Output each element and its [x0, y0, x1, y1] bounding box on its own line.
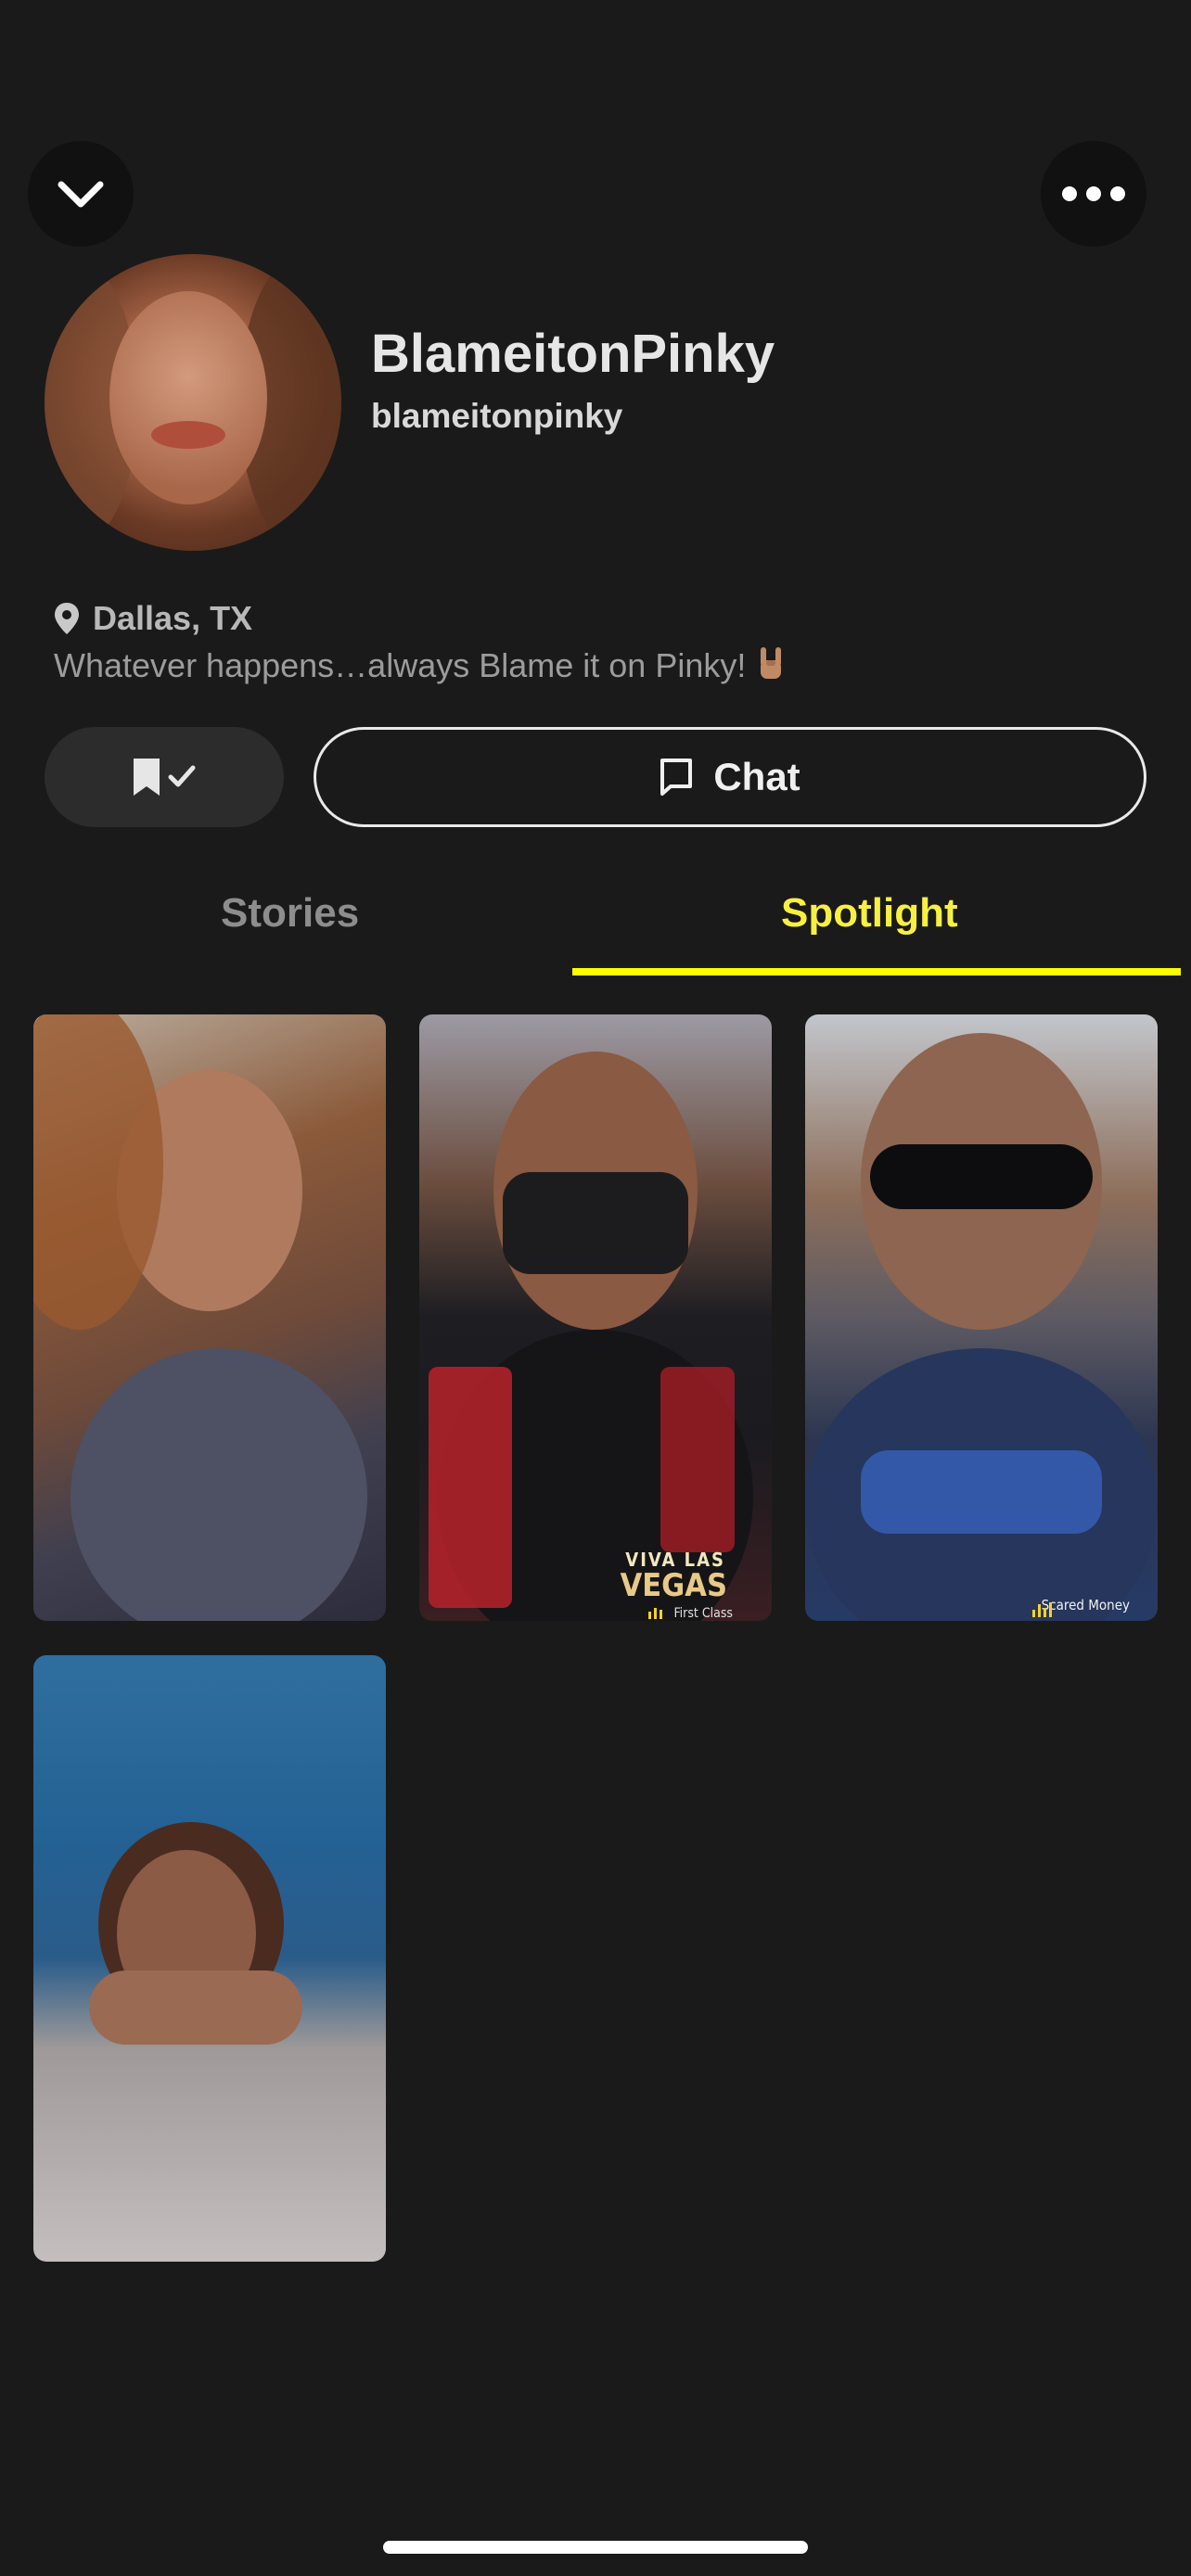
location-pin-icon [55, 603, 79, 634]
rock-on-hand-emoji [761, 647, 782, 679]
spotlight-tile[interactable]: VIVA LAS VEGAS First Class [419, 1014, 772, 1621]
tile-caption: Scared Money [1041, 1597, 1130, 1613]
chat-button[interactable]: Chat [314, 727, 1146, 827]
bio: Whatever happens…always Blame it on Pink… [54, 645, 787, 685]
music-bars-icon [1032, 1602, 1052, 1617]
username: blameitonpinky [371, 397, 623, 435]
bio-text: Whatever happens…always Blame it on Pink… [54, 646, 747, 684]
profile-avatar[interactable] [45, 254, 341, 551]
chat-bubble-icon [660, 759, 693, 796]
profile-screen: BlameitonPinky blameitonpinky Dallas, TX… [0, 0, 1191, 2576]
spotlight-tile[interactable] [33, 1014, 386, 1621]
collapse-button[interactable] [28, 141, 134, 247]
tab-spotlight[interactable]: Spotlight [781, 890, 958, 937]
display-name: BlameitonPinky [371, 324, 775, 384]
chat-label: Chat [713, 755, 800, 798]
location-text: Dallas, TX [93, 599, 253, 637]
bookmark-check-icon [134, 759, 196, 796]
tab-stories[interactable]: Stories [221, 890, 359, 937]
saved-profile-button[interactable] [45, 727, 284, 827]
ellipsis-icon [1062, 186, 1125, 201]
more-options-button[interactable] [1041, 141, 1146, 247]
location-row: Dallas, TX [54, 599, 252, 638]
spotlight-tile[interactable]: Scared Money [805, 1014, 1158, 1621]
tile-caption-line2: VEGAS [620, 1567, 727, 1604]
spotlight-tile[interactable] [33, 1655, 386, 2262]
chevron-down-icon [58, 181, 104, 208]
home-indicator[interactable] [383, 2541, 808, 2554]
active-tab-indicator [572, 968, 1181, 976]
tile-caption-sub: First Class [673, 1606, 733, 1621]
music-bars-icon [648, 1608, 662, 1619]
